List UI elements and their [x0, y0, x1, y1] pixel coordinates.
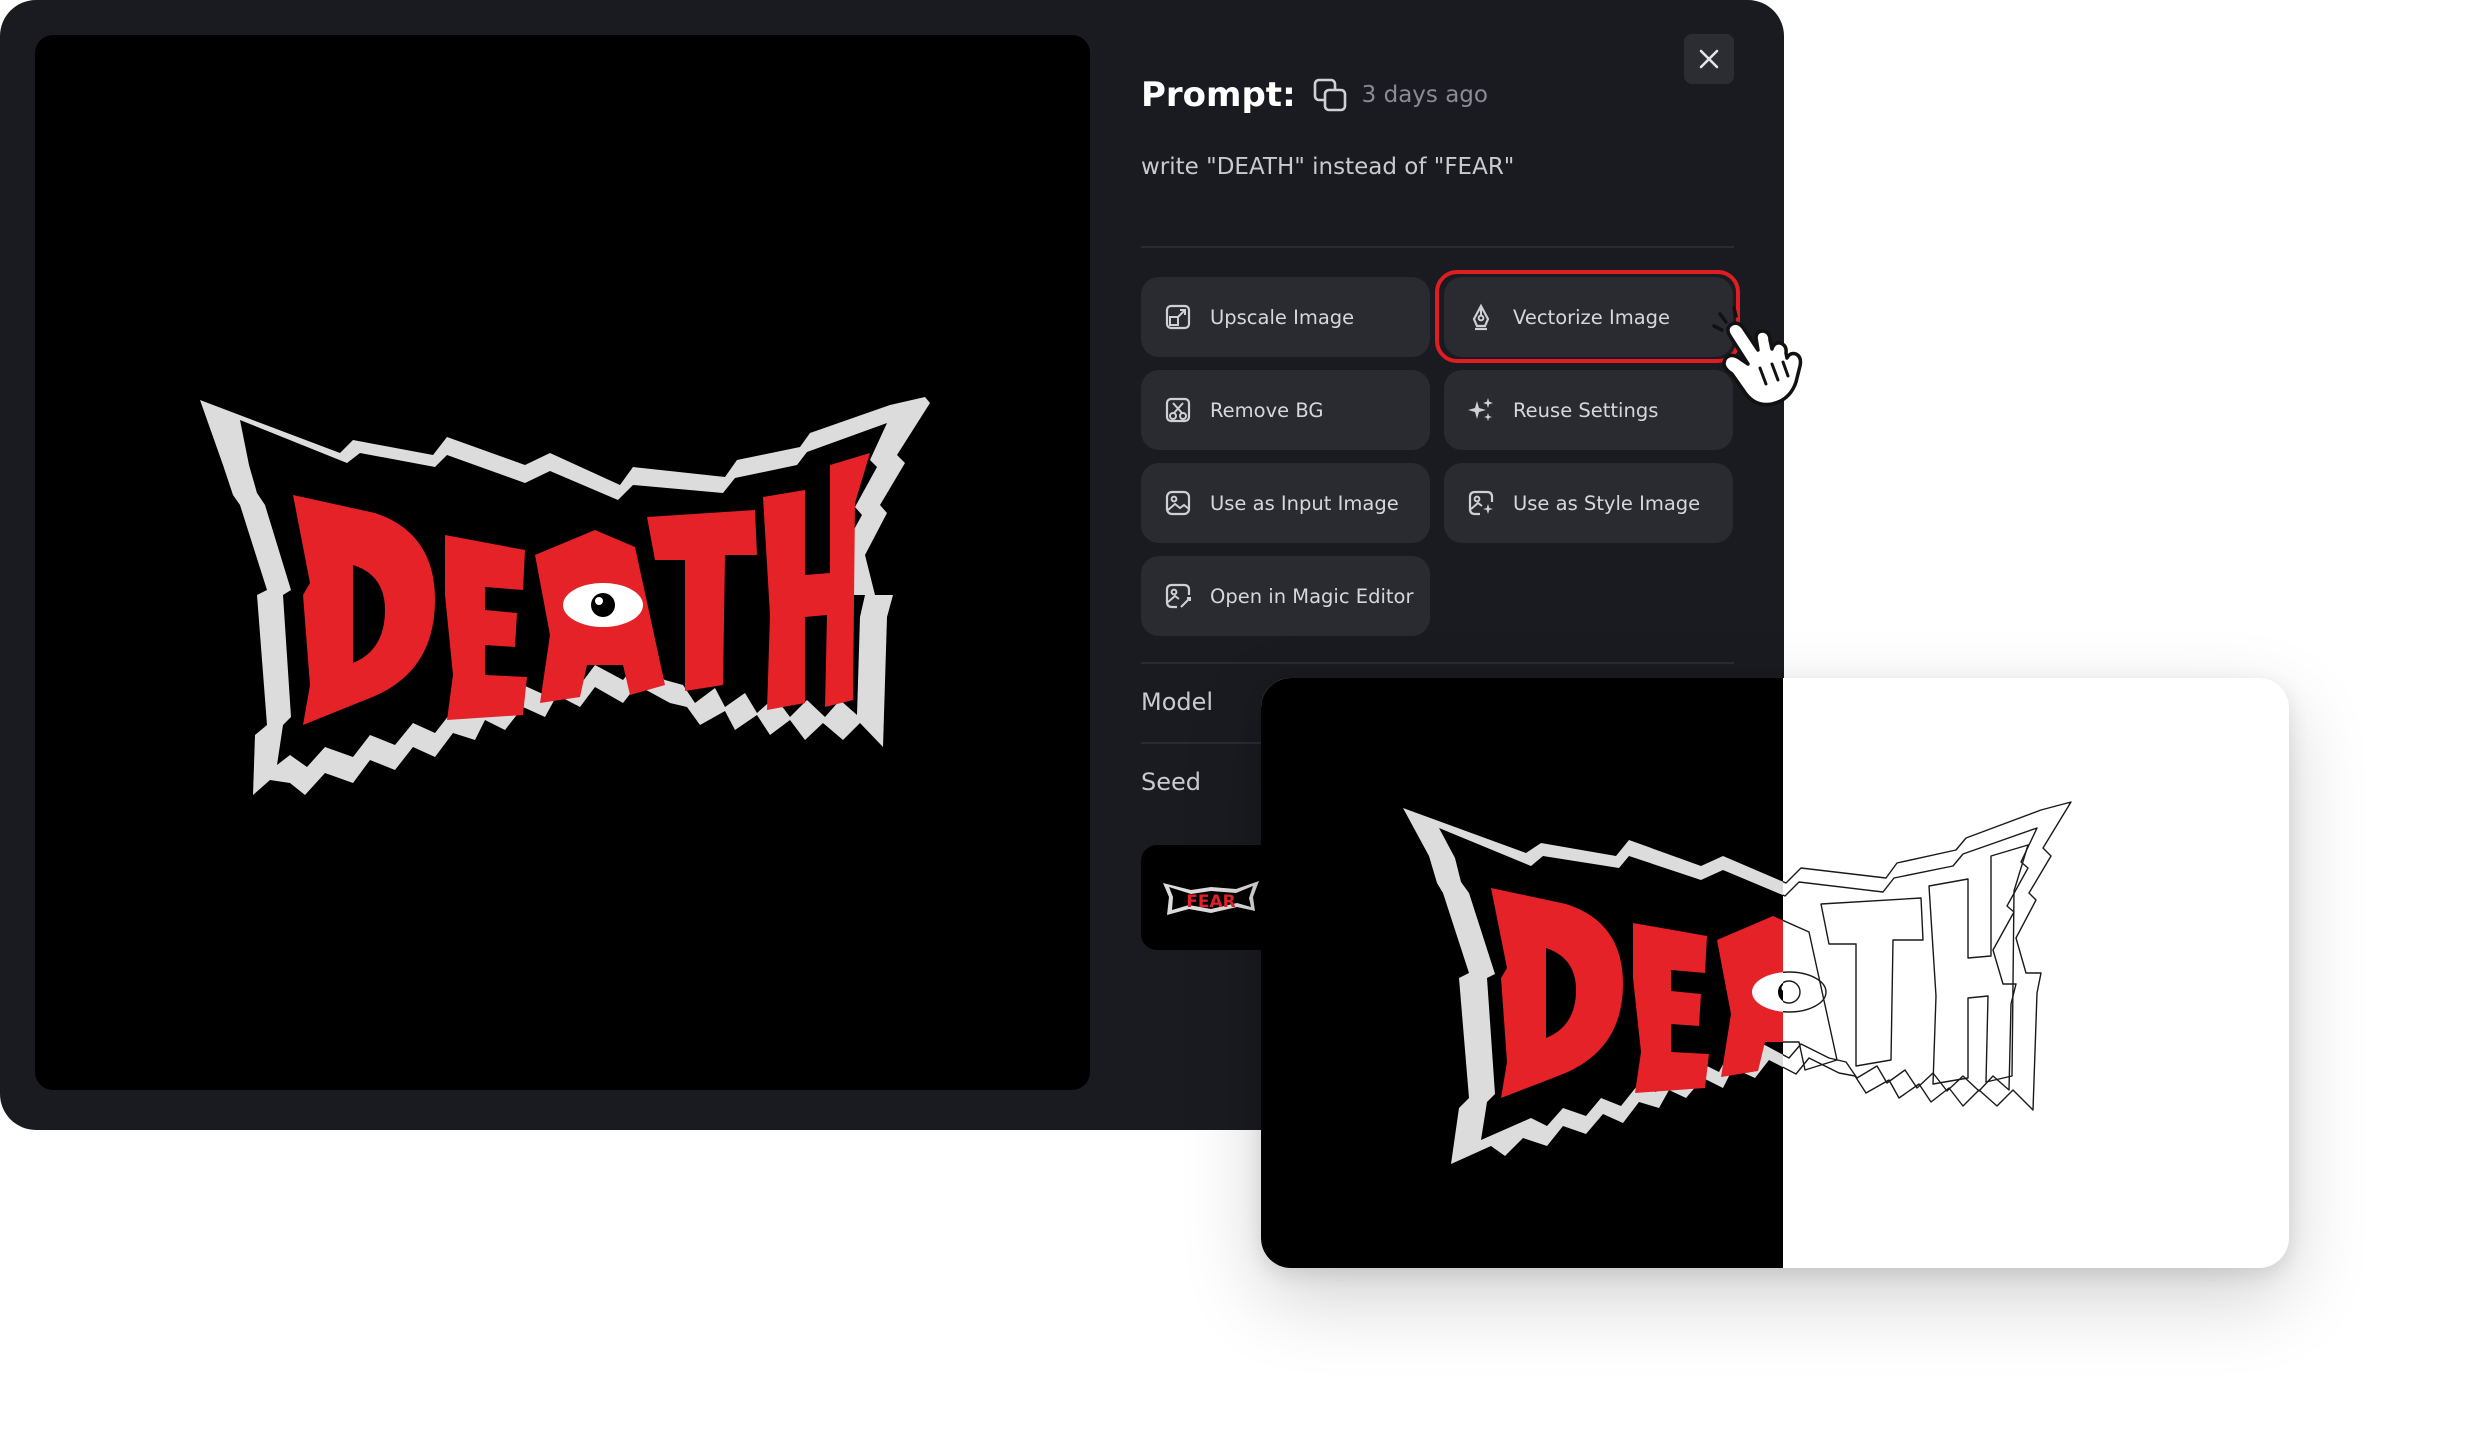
prompt-header: Prompt: 3 days ago [1141, 70, 1488, 120]
sparkles-icon [1466, 395, 1496, 425]
copy-icon[interactable] [1312, 77, 1348, 113]
upscale-image-button[interactable]: Upscale Image [1141, 277, 1430, 357]
reuse-settings-label: Reuse Settings [1513, 398, 1659, 422]
history-thumbnail[interactable]: FEAR [1141, 845, 1281, 950]
vectorize-highlight-ring [1435, 270, 1740, 363]
magic-editor-icon [1163, 581, 1193, 611]
remove-bg-label: Remove BG [1210, 398, 1324, 422]
use-as-style-image-button[interactable]: Use as Style Image [1444, 463, 1733, 543]
prompt-text: write "DEATH" instead of "FEAR" [1141, 154, 1515, 180]
open-in-magic-editor-button[interactable]: Open in Magic Editor [1141, 556, 1430, 636]
death-logo [200, 397, 930, 795]
upscale-icon [1163, 302, 1193, 332]
close-button[interactable] [1684, 34, 1734, 84]
history-thumb-text: FEAR [1186, 892, 1235, 912]
image-icon [1163, 488, 1193, 518]
hand-pointer-icon [1712, 306, 1803, 407]
model-label: Model [1141, 688, 1214, 716]
remove-bg-button[interactable]: Remove BG [1141, 370, 1430, 450]
upscale-image-label: Upscale Image [1210, 305, 1355, 329]
use-as-style-image-label: Use as Style Image [1513, 491, 1701, 515]
prompt-title: Prompt: [1141, 75, 1296, 115]
divider [1141, 662, 1734, 664]
remove-bg-icon [1163, 395, 1193, 425]
open-in-magic-editor-label: Open in Magic Editor [1210, 584, 1414, 608]
divider [1141, 246, 1734, 248]
use-as-input-image-button[interactable]: Use as Input Image [1141, 463, 1430, 543]
compare-logo [1403, 801, 2072, 1164]
vectorize-compare-card [1261, 678, 2289, 1268]
style-image-icon [1466, 488, 1496, 518]
use-as-input-image-label: Use as Input Image [1210, 491, 1399, 515]
timestamp: 3 days ago [1361, 82, 1488, 108]
generated-image[interactable] [35, 35, 1090, 1090]
close-icon [1699, 49, 1719, 69]
seed-label: Seed [1141, 768, 1201, 796]
reuse-settings-button[interactable]: Reuse Settings [1444, 370, 1733, 450]
